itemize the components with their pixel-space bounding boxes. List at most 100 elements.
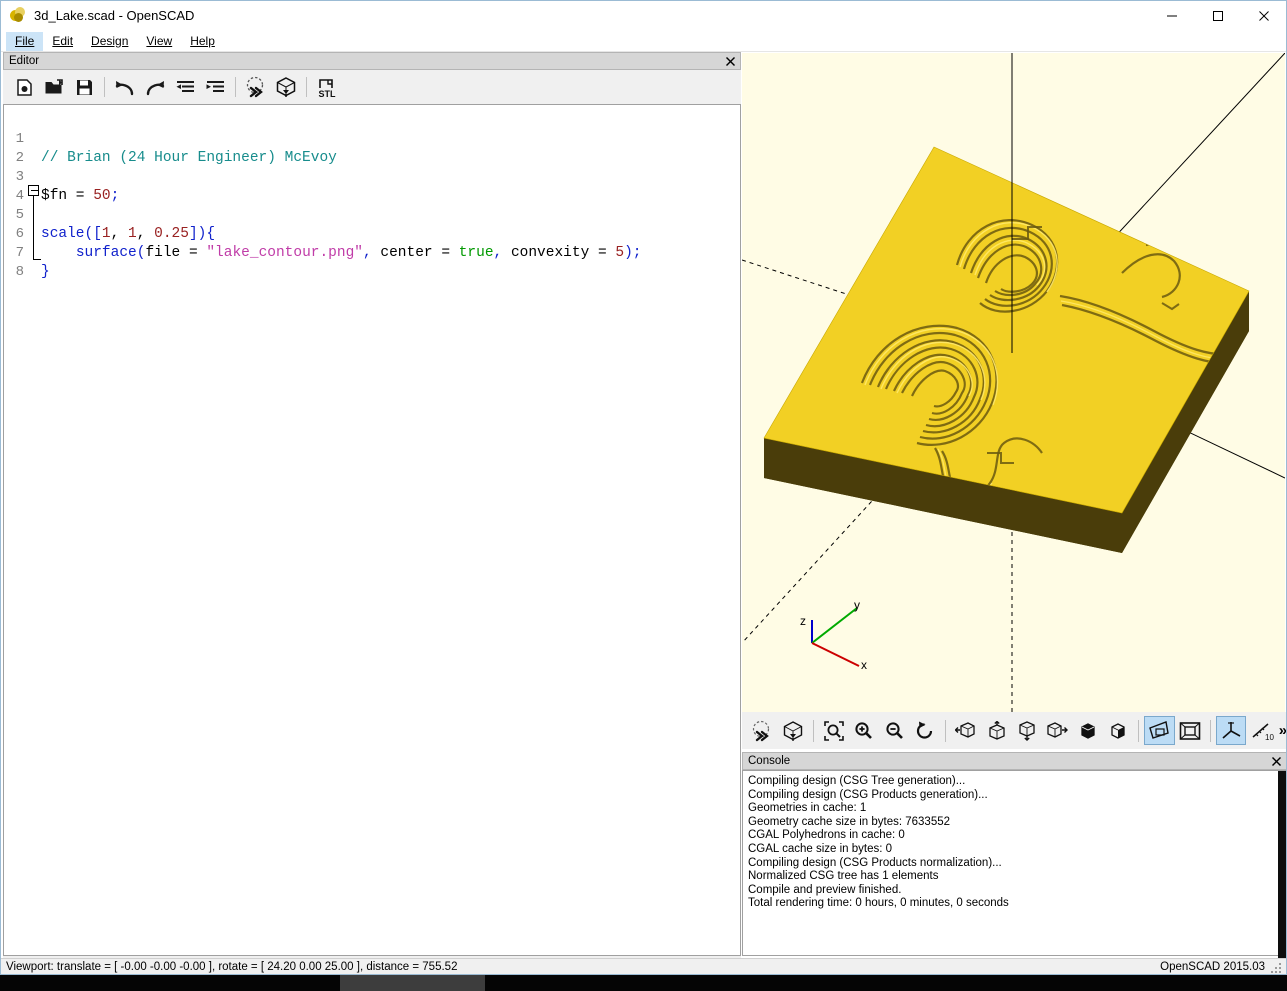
code-line-7: 7 } bbox=[4, 225, 740, 244]
console-close-icon[interactable] bbox=[1269, 754, 1283, 769]
viewport-preview-icon[interactable] bbox=[747, 716, 777, 745]
viewport-render-icon[interactable] bbox=[777, 716, 807, 745]
code-line-6: 6 surface(file = "lake_contour.png", cen… bbox=[4, 206, 740, 225]
openscad-window: 3d_Lake.scad - OpenSCAD File Edit Design… bbox=[0, 0, 1287, 991]
menu-item-view[interactable]: View bbox=[137, 32, 181, 51]
editor-close-icon[interactable] bbox=[723, 54, 737, 69]
console-scrollbar[interactable] bbox=[1278, 771, 1287, 958]
show-axes-icon[interactable] bbox=[1216, 716, 1246, 745]
view-left-icon[interactable] bbox=[1042, 716, 1072, 745]
editor-dock: Editor bbox=[3, 52, 741, 958]
code-line-3: 3 $fn = 50; bbox=[4, 149, 740, 168]
code-editor[interactable]: 1 // Brian (24 Hour Engineer) McEvoy 2 3… bbox=[3, 104, 741, 956]
code-line-8: 8 bbox=[4, 244, 740, 263]
resize-grip[interactable] bbox=[1271, 961, 1283, 973]
console-line: Geometries in cache: 1 bbox=[748, 802, 1281, 816]
axis-orientation-indicator: z y x bbox=[787, 598, 897, 688]
new-file-icon[interactable] bbox=[9, 73, 39, 101]
taskbar-item[interactable] bbox=[340, 975, 485, 991]
toolbar-separator bbox=[104, 77, 105, 97]
toolbar-separator bbox=[945, 720, 946, 742]
menu-item-file[interactable]: File bbox=[6, 32, 43, 51]
zoom-all-icon[interactable] bbox=[819, 716, 849, 745]
toolbar-overflow-icon[interactable]: » bbox=[1277, 722, 1287, 739]
save-file-icon[interactable] bbox=[69, 73, 99, 101]
console-line: Compiling design (CSG Tree generation)..… bbox=[748, 775, 1281, 789]
console-line: CGAL Polyhedrons in cache: 0 bbox=[748, 829, 1281, 843]
viewport-status-text: Viewport: translate = [ -0.00 -0.00 -0.0… bbox=[0, 961, 457, 973]
console-output[interactable]: Compiling design (CSG Tree generation)..… bbox=[742, 770, 1287, 956]
zoom-out-icon[interactable] bbox=[879, 716, 909, 745]
toolbar-separator bbox=[813, 720, 814, 742]
openscad-logo-icon bbox=[10, 7, 26, 23]
menu-item-view-label: View bbox=[146, 34, 172, 48]
zoom-in-icon[interactable] bbox=[849, 716, 879, 745]
view-bottom-icon[interactable] bbox=[1012, 716, 1042, 745]
maximize-button[interactable] bbox=[1195, 0, 1241, 31]
unindent-icon[interactable] bbox=[170, 73, 200, 101]
undo-icon[interactable] bbox=[110, 73, 140, 101]
view-top-icon[interactable] bbox=[981, 716, 1011, 745]
export-stl-icon[interactable]: STL bbox=[312, 73, 342, 101]
menu-item-help-label: Help bbox=[190, 34, 215, 48]
open-file-icon[interactable] bbox=[39, 73, 69, 101]
minimize-button[interactable] bbox=[1149, 0, 1195, 31]
status-bar: Viewport: translate = [ -0.00 -0.00 -0.0… bbox=[0, 958, 1287, 975]
editor-dock-title: Editor bbox=[4, 55, 39, 67]
console-dock: Console Compiling design (CSG Tree gener… bbox=[742, 752, 1287, 958]
console-line: Compile and preview finished. bbox=[748, 884, 1281, 898]
reset-view-icon[interactable] bbox=[910, 716, 940, 745]
window-controls bbox=[1149, 0, 1287, 31]
view-right-icon[interactable] bbox=[951, 716, 981, 745]
title-bar: 3d_Lake.scad - OpenSCAD bbox=[0, 0, 1287, 31]
axis-label-z: z bbox=[800, 614, 806, 628]
viewport-toolbar: 10 » bbox=[742, 712, 1287, 749]
console-line: CGAL cache size in bytes: 0 bbox=[748, 843, 1281, 857]
view-back-icon[interactable] bbox=[1103, 716, 1133, 745]
menu-item-edit[interactable]: Edit bbox=[43, 32, 82, 51]
render-icon[interactable] bbox=[271, 73, 301, 101]
toolbar-separator bbox=[235, 77, 236, 97]
console-line: Geometry cache size in bytes: 7633552 bbox=[748, 816, 1281, 830]
svg-text:10: 10 bbox=[1265, 733, 1274, 742]
menu-item-help[interactable]: Help bbox=[181, 32, 224, 51]
menu-item-file-label: File bbox=[15, 34, 34, 48]
editor-dock-header: Editor bbox=[3, 52, 741, 70]
axis-label-x: x bbox=[861, 658, 867, 672]
view-front-icon[interactable] bbox=[1073, 716, 1103, 745]
window-title: 3d_Lake.scad - OpenSCAD bbox=[34, 8, 194, 23]
console-line: Normalized CSG tree has 1 elements bbox=[748, 870, 1281, 884]
code-lines: 1 // Brian (24 Hour Engineer) McEvoy 2 3… bbox=[4, 111, 740, 263]
indent-icon[interactable] bbox=[200, 73, 230, 101]
code-line-1: 1 // Brian (24 Hour Engineer) McEvoy bbox=[4, 111, 740, 130]
3d-viewport[interactable]: z y x bbox=[742, 53, 1285, 712]
line-number: 8 bbox=[4, 263, 24, 282]
close-button[interactable] bbox=[1241, 0, 1287, 31]
code-line-2: 2 bbox=[4, 130, 740, 149]
toolbar-separator bbox=[1210, 720, 1211, 742]
menu-item-design-label: Design bbox=[91, 34, 128, 48]
show-scale-markers-icon[interactable]: 10 bbox=[1246, 716, 1276, 745]
preview-icon[interactable] bbox=[241, 73, 271, 101]
menu-item-design[interactable]: Design bbox=[82, 32, 137, 51]
taskbar bbox=[0, 975, 1287, 991]
console-line: Compiling design (CSG Products normaliza… bbox=[748, 857, 1281, 871]
editor-toolbar: STL bbox=[3, 70, 741, 104]
console-line: Compiling design (CSG Products generatio… bbox=[748, 789, 1281, 803]
code-line-4: 4 bbox=[4, 168, 740, 187]
console-dock-header: Console bbox=[742, 752, 1287, 770]
orthographic-view-icon[interactable] bbox=[1175, 716, 1205, 745]
perspective-view-icon[interactable] bbox=[1144, 716, 1174, 745]
axis-indicator-x-line bbox=[812, 643, 859, 666]
axis-indicator-y-line bbox=[812, 608, 857, 643]
console-dock-title: Console bbox=[743, 755, 790, 767]
lake-contour-surface-model bbox=[764, 147, 1249, 553]
console-line: Total rendering time: 0 hours, 0 minutes… bbox=[748, 897, 1281, 911]
redo-icon[interactable] bbox=[140, 73, 170, 101]
toolbar-separator bbox=[306, 77, 307, 97]
menu-item-edit-label: Edit bbox=[52, 34, 73, 48]
toolbar-separator bbox=[1138, 720, 1139, 742]
version-label: OpenSCAD 2015.03 bbox=[1160, 961, 1265, 973]
axis-label-y: y bbox=[854, 598, 860, 612]
menu-bar: File Edit Design View Help bbox=[0, 31, 1287, 52]
